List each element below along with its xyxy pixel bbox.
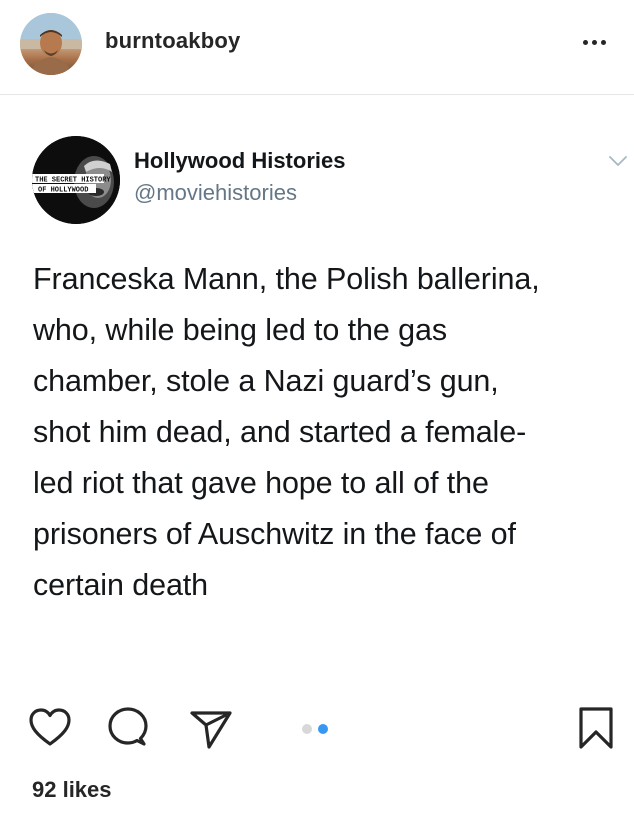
post-image-tweet[interactable]: THE SECRET HISTORY OF HOLLYWOOD Hollywoo…	[0, 96, 634, 686]
share-icon	[190, 711, 232, 749]
username[interactable]: burntoakboy	[105, 28, 240, 54]
heart-icon	[29, 708, 71, 746]
comment-icon	[108, 707, 148, 746]
comment-button[interactable]	[104, 704, 152, 752]
post-actions-bar	[0, 700, 634, 756]
carousel-indicator	[302, 724, 328, 734]
logo-text-line2: OF HOLLYWOOD	[38, 187, 88, 195]
avatar-photo-icon	[20, 13, 82, 75]
more-dot	[591, 39, 597, 45]
user-avatar[interactable]	[20, 13, 82, 75]
more-horizontal-icon	[582, 39, 588, 45]
tweet-display-name: Hollywood Histories	[134, 148, 346, 173]
carousel-dot	[302, 724, 312, 734]
share-button[interactable]	[187, 704, 235, 752]
logo-text-line1: THE SECRET HISTORY	[35, 177, 111, 185]
tweet-handle: @moviehistories	[134, 180, 297, 205]
carousel-dot-active	[318, 724, 328, 734]
tweet-body-text: Franceska Mann, the Polish ballerina, wh…	[33, 262, 540, 602]
post-header: burntoakboy	[0, 0, 634, 95]
chevron-down-icon	[609, 156, 627, 166]
more-dot	[600, 39, 606, 45]
tweet-avatar: THE SECRET HISTORY OF HOLLYWOOD	[32, 136, 120, 224]
save-button[interactable]	[572, 704, 620, 752]
likes-count[interactable]: 92 likes	[32, 777, 112, 803]
like-button[interactable]	[26, 704, 74, 752]
bookmark-icon	[579, 707, 613, 749]
more-options-button[interactable]	[576, 32, 612, 52]
tweet-avatar-logo: THE SECRET HISTORY OF HOLLYWOOD	[32, 136, 120, 224]
